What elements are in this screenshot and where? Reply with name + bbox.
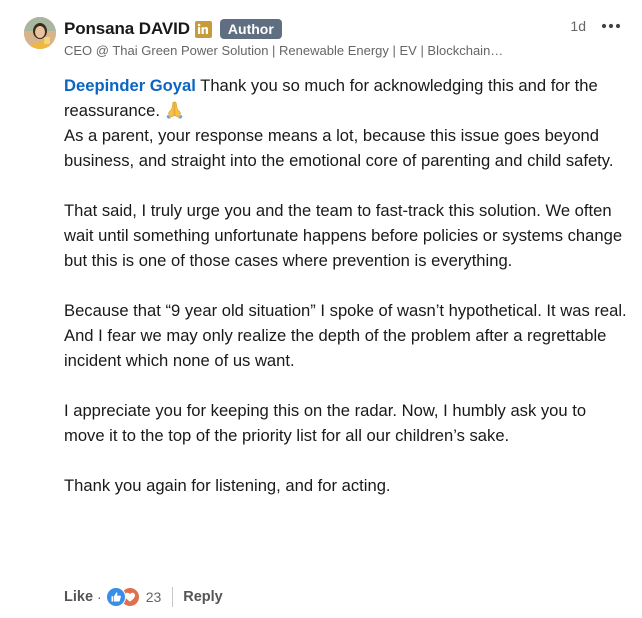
author-name[interactable]: Ponsana DAVID — [64, 19, 190, 39]
comment-header: Ponsana DAVID Author CEO @ Thai Green Po… — [64, 16, 630, 60]
name-row: Ponsana DAVID Author — [64, 16, 630, 42]
avatar-photo — [24, 17, 56, 49]
comment-paragraph-4: I appreciate you for keeping this on the… — [64, 401, 587, 445]
mention-link[interactable]: Deepinder Goyal — [64, 76, 196, 95]
paragraph-text: Because that “9 year old situation” I sp… — [64, 301, 627, 320]
linkedin-icon — [194, 20, 212, 38]
reply-button[interactable]: Reply — [183, 589, 223, 605]
reactions-summary[interactable] — [105, 587, 140, 607]
author-headline: CEO @ Thai Green Power Solution | Renewa… — [64, 43, 504, 58]
author-badge: Author — [219, 19, 282, 39]
more-icon[interactable] — [600, 19, 622, 33]
like-reaction-icon — [105, 587, 126, 607]
paragraph-text: As a parent, your response means a lot, … — [64, 126, 614, 170]
comment-body: Deepinder Goyal Thank you so much for ac… — [64, 73, 630, 498]
comment-paragraph-1: Deepinder Goyal Thank you so much for ac… — [64, 73, 630, 173]
comment: Ponsana DAVID Author CEO @ Thai Green Po… — [0, 0, 642, 618]
comment-paragraph-2: That said, I truly urge you and the team… — [64, 201, 623, 270]
like-button[interactable]: Like — [64, 589, 93, 605]
separator-dot: · — [97, 589, 102, 605]
reaction-count[interactable]: 23 — [146, 589, 162, 605]
comment-paragraph-5: Thank you again for listening, and for a… — [64, 476, 391, 495]
comment-paragraph-3: Because that “9 year old situation” I sp… — [64, 298, 630, 373]
avatar[interactable] — [24, 17, 56, 49]
comment-actions: Like · 23 Reply — [64, 584, 223, 610]
timestamp: 1d — [570, 18, 586, 34]
paragraph-text: And I fear we may only realize the depth… — [64, 326, 607, 370]
folded-hands-emoji-icon — [165, 100, 184, 119]
action-divider — [172, 587, 174, 607]
comment-meta: 1d — [570, 18, 622, 34]
